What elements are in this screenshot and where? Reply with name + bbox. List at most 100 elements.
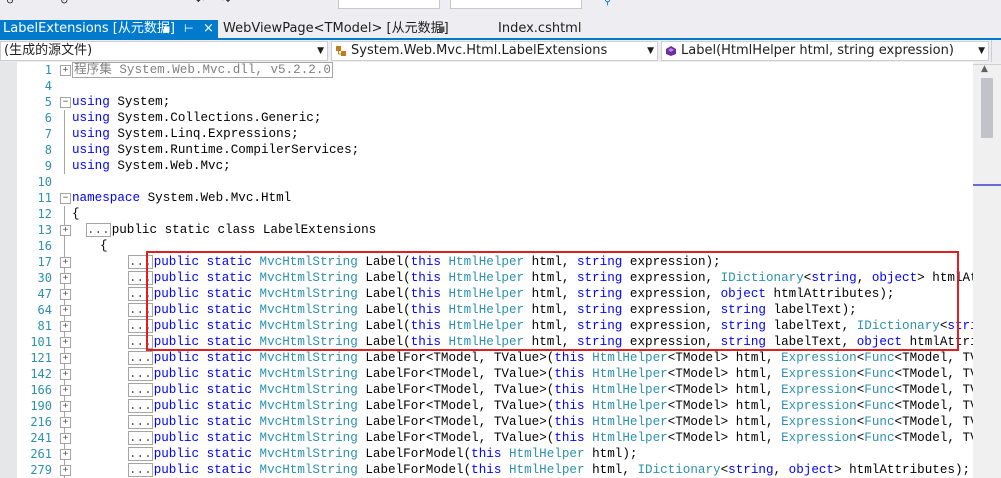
navigation-bar: (生成的源文件) ▼ System.Web.Mvc.Html.LabelExte… bbox=[0, 40, 1001, 62]
line-number: 13 bbox=[37, 223, 52, 237]
redo-arrow-icon[interactable]: ↷ bbox=[222, 0, 230, 7]
expand-icon[interactable]: + bbox=[60, 321, 71, 332]
expand-icon[interactable]: + bbox=[60, 385, 71, 396]
line-number: 5 bbox=[44, 95, 52, 109]
document-tabs: LabelExtensions [从元数据] ▪ ⊢ × WebViewPage… bbox=[0, 10, 1001, 40]
expand-icon[interactable]: + bbox=[60, 433, 71, 444]
tab-label: WebViewPage<TModel> [从元数据] bbox=[223, 21, 449, 36]
method-signature[interactable]: ... public static MvcHtmlString LabelFor<… bbox=[128, 398, 973, 414]
expand-icon[interactable]: + bbox=[60, 289, 71, 300]
expand-icon[interactable]: + bbox=[60, 65, 71, 76]
pin-icon[interactable]: ▪ bbox=[438, 20, 445, 38]
expand-icon[interactable]: + bbox=[60, 273, 71, 284]
line-number: 7 bbox=[44, 127, 52, 141]
tab-labelextensions[interactable]: LabelExtensions [从元数据] ▪ ⊢ × bbox=[0, 20, 218, 38]
code-line: 12 { bbox=[0, 206, 973, 222]
method-signature[interactable]: ... public static MvcHtmlString LabelFor<… bbox=[128, 382, 973, 398]
search-icon[interactable]: ⚲ bbox=[604, 0, 611, 7]
tab-webviewpage[interactable]: WebViewPage<TModel> [从元数据] ▪ bbox=[223, 20, 453, 38]
method-line: 166 + ... public static MvcHtmlString Label… bbox=[0, 382, 973, 398]
method-line: 216 + ... public static MvcHtmlString Label… bbox=[0, 414, 973, 430]
pin-icon[interactable]: ⊢ bbox=[184, 20, 194, 38]
highlight-box bbox=[146, 251, 959, 351]
code-line: 13 + ... public static class LabelExtensi… bbox=[0, 222, 973, 238]
line-number: 101 bbox=[30, 335, 52, 349]
using-statement: using System.Web.Mvc; bbox=[72, 159, 231, 173]
method-signature[interactable]: ... public static MvcHtmlString LabelFor<… bbox=[128, 366, 973, 382]
expand-icon[interactable]: + bbox=[60, 257, 71, 268]
back-icon[interactable]: ↺ bbox=[6, 0, 14, 7]
line-number: 216 bbox=[30, 415, 52, 429]
brace: { bbox=[100, 239, 108, 253]
line-number: 279 bbox=[30, 463, 52, 477]
member-dropdown[interactable]: Label(HtmlHelper html, string expression… bbox=[661, 41, 989, 61]
expand-icon[interactable]: + bbox=[60, 417, 71, 428]
line-number: 81 bbox=[37, 319, 52, 333]
solution-config-dropdown[interactable] bbox=[338, 0, 440, 9]
redo-icon[interactable]: ↻ bbox=[60, 0, 68, 7]
namespace-declaration: namespace System.Web.Mvc.Html bbox=[72, 191, 292, 205]
line-number: 17 bbox=[37, 255, 52, 269]
chevron-down-icon: ▼ bbox=[978, 46, 985, 56]
line-number: 8 bbox=[44, 143, 52, 157]
line-number: 16 bbox=[37, 239, 52, 253]
expand-icon[interactable]: + bbox=[60, 353, 71, 364]
platform-dropdown[interactable] bbox=[450, 0, 582, 9]
assembly-comment[interactable]: 程序集 System.Web.Mvc.dll, v5.2.2.0 bbox=[72, 62, 333, 78]
vertical-scrollbar[interactable]: ▲ bbox=[973, 62, 1001, 478]
code-line: 4 bbox=[0, 78, 973, 94]
line-number: 261 bbox=[30, 447, 52, 461]
method-signature[interactable]: ... public static MvcHtmlString LabelForM… bbox=[128, 446, 637, 462]
project-dropdown-value: (生成的源文件) bbox=[4, 43, 93, 58]
method-icon bbox=[666, 46, 676, 56]
line-number: 30 bbox=[37, 271, 52, 285]
chevron-down-icon: ▼ bbox=[647, 46, 654, 56]
code-line: 8 using System.Runtime.CompilerServices; bbox=[0, 142, 973, 158]
chevron-down-icon: ▼ bbox=[317, 46, 324, 56]
caret-position-marker bbox=[973, 184, 1001, 186]
code-line: 6 using System.Collections.Generic; bbox=[0, 110, 973, 126]
using-statement: using System.Linq.Expressions; bbox=[72, 127, 299, 141]
code-line: 5 − using System; bbox=[0, 94, 973, 110]
method-signature[interactable]: ... public static MvcHtmlString LabelFor<… bbox=[128, 414, 973, 430]
project-dropdown[interactable]: (生成的源文件) ▼ bbox=[0, 41, 328, 61]
close-icon[interactable]: × bbox=[203, 20, 214, 38]
code-editor[interactable]: 1 + 程序集 System.Web.Mvc.dll, v5.2.2.0 4 5… bbox=[0, 62, 973, 478]
class-decl-text: public static class LabelExtensions bbox=[111, 223, 377, 237]
collapse-icon[interactable]: − bbox=[60, 97, 71, 108]
collapse-icon[interactable]: − bbox=[60, 193, 71, 204]
line-number: 9 bbox=[44, 159, 52, 173]
method-line: 241 + ... public static MvcHtmlString Label… bbox=[0, 430, 973, 446]
method-signature[interactable]: ... public static MvcHtmlString LabelFor<… bbox=[128, 350, 973, 366]
scroll-thumb[interactable] bbox=[981, 78, 993, 138]
line-number: 12 bbox=[37, 207, 52, 221]
member-dropdown-value: Label(HtmlHelper html, string expression… bbox=[681, 43, 954, 58]
code-line: 9 using System.Web.Mvc; bbox=[0, 158, 973, 174]
type-dropdown[interactable]: System.Web.Mvc.Html.LabelExtensions ▼ bbox=[331, 41, 658, 61]
using-statement: using System.Collections.Generic; bbox=[72, 111, 322, 125]
method-line: 261 + ... public static MvcHtmlString Label… bbox=[0, 446, 973, 462]
expand-icon[interactable]: + bbox=[60, 369, 71, 380]
tab-index-cshtml[interactable]: Index.cshtml bbox=[498, 20, 588, 38]
expand-icon[interactable]: + bbox=[60, 465, 71, 476]
tab-dropdown-icon[interactable]: ▪ bbox=[163, 20, 170, 38]
method-line: 279 + ... public static MvcHtmlString Label… bbox=[0, 462, 973, 478]
tab-label: Index.cshtml bbox=[498, 21, 582, 36]
expand-icon[interactable]: + bbox=[60, 449, 71, 460]
expand-icon[interactable]: + bbox=[60, 337, 71, 348]
scroll-up-icon[interactable]: ▲ bbox=[981, 64, 988, 74]
class-declaration: ... public static class LabelExtensions bbox=[86, 223, 377, 237]
code-line: 1 + 程序集 System.Web.Mvc.dll, v5.2.2.0 bbox=[0, 62, 973, 78]
expand-icon[interactable]: + bbox=[60, 401, 71, 412]
using-statement: using System.Runtime.CompilerServices; bbox=[72, 143, 360, 157]
expand-icon[interactable]: + bbox=[60, 225, 71, 236]
undo-icon[interactable]: ↶ bbox=[196, 0, 204, 7]
expand-icon[interactable]: + bbox=[60, 305, 71, 316]
code-line: 11 − namespace System.Web.Mvc.Html bbox=[0, 190, 973, 206]
method-signature[interactable]: ... public static MvcHtmlString LabelFor<… bbox=[128, 430, 973, 446]
method-signature[interactable]: ... public static MvcHtmlString LabelForM… bbox=[128, 462, 970, 478]
line-number: 190 bbox=[30, 399, 52, 413]
using-statement: using System; bbox=[72, 95, 171, 109]
method-line: 142 + ... public static MvcHtmlString Label… bbox=[0, 366, 973, 382]
line-number: 142 bbox=[30, 367, 52, 381]
